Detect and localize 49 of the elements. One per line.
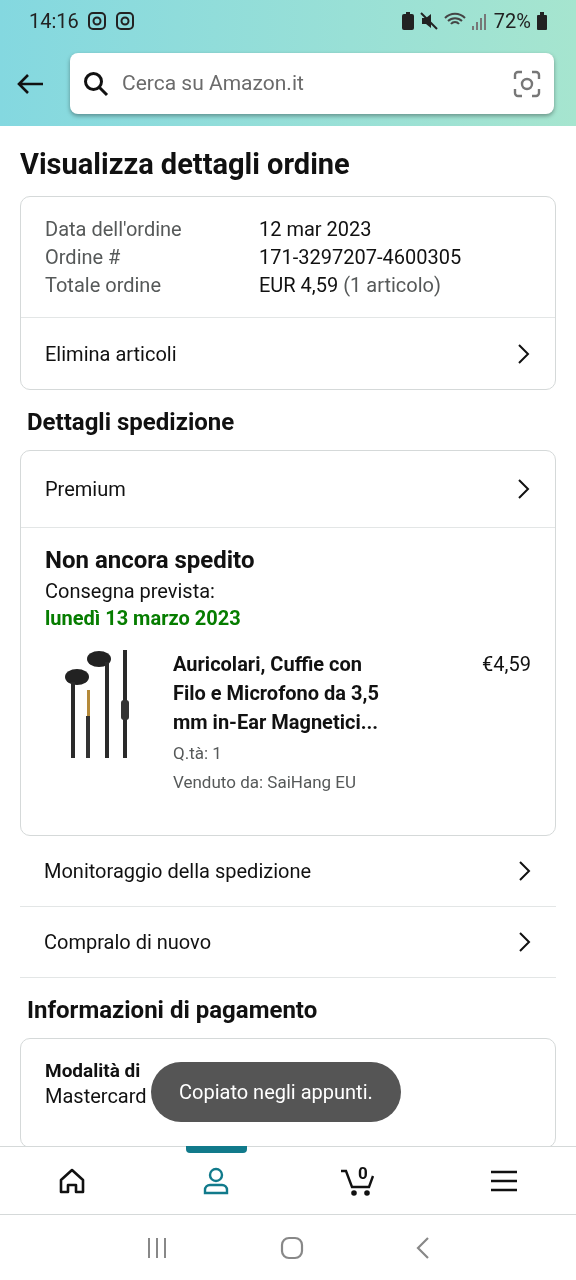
chevron-right-icon xyxy=(518,860,532,882)
summary-label: Ordine # xyxy=(45,244,122,271)
chevron-right-icon xyxy=(517,342,531,365)
camera-scan-icon[interactable] xyxy=(513,69,541,98)
recent-apps-icon[interactable] xyxy=(146,1236,168,1259)
battery-saver-icon xyxy=(401,12,414,30)
payment-method-label: Modalità di xyxy=(45,1059,141,1083)
menu-icon xyxy=(490,1168,518,1193)
shipment-status: Non ancora spedito xyxy=(45,545,256,576)
battery-percent: 72% xyxy=(493,8,531,35)
chevron-right-icon xyxy=(518,931,532,953)
search-field[interactable]: Cerca su Amazon.it xyxy=(70,53,554,114)
camera-app-icon xyxy=(86,11,107,31)
cart-count: 0 xyxy=(358,1162,368,1185)
search-icon xyxy=(83,70,109,97)
search-input[interactable]: Cerca su Amazon.it xyxy=(122,67,500,100)
product-price: €4,59 xyxy=(482,651,531,678)
payment-method-value: Mastercard xyxy=(45,1083,147,1109)
section-heading: Informazioni di pagamento xyxy=(26,995,319,1025)
nav-tab[interactable]: 0 xyxy=(288,1147,432,1214)
seller: Venduto da: SaiHang EU xyxy=(173,771,357,794)
summary-value: EUR 4,59 (1 articolo) xyxy=(259,272,442,299)
home-icon xyxy=(58,1166,86,1195)
section-heading: Dettagli spedizione xyxy=(26,407,236,437)
summary-value: 12 mar 2023 xyxy=(259,216,373,243)
back-arrow-icon[interactable] xyxy=(16,72,44,95)
signal-icon xyxy=(471,12,488,30)
person-icon xyxy=(201,1165,231,1196)
link-row[interactable]: Compralo di nuovo xyxy=(20,907,556,978)
chevron-right-icon xyxy=(517,478,531,500)
delivery-label: Consegna prevista: xyxy=(45,578,216,604)
delete-items-row[interactable]: Elimina articoli xyxy=(21,317,555,389)
delivery-date: lunedì 13 marzo 2023 xyxy=(45,605,242,632)
mute-icon xyxy=(419,12,438,30)
back-icon[interactable] xyxy=(416,1235,430,1260)
camera-app-icon xyxy=(114,11,135,31)
shipping-method-row[interactable]: Premium xyxy=(21,451,555,527)
summary-label: Totale ordine xyxy=(45,272,162,299)
home-button-icon[interactable] xyxy=(280,1235,304,1260)
summary-label: Data dell'ordine xyxy=(45,216,183,243)
selected-indicator xyxy=(185,1146,247,1153)
page-title: Visualizza dettagli ordine xyxy=(20,146,351,182)
battery-icon xyxy=(537,12,547,30)
summary-value: 171-3297207-4600305 xyxy=(259,244,463,271)
link-row[interactable]: Monitoraggio della spedizione xyxy=(20,836,556,907)
toast: Copiato negli appunti. xyxy=(151,1062,401,1122)
status-time: 14:16 xyxy=(29,8,79,35)
quantity: Q.tà: 1 xyxy=(173,742,223,765)
product-title[interactable]: Auricolari, Cuffie con Filo e Microfono da 3,5 mm in-Ear Magnetici... xyxy=(173,650,395,737)
